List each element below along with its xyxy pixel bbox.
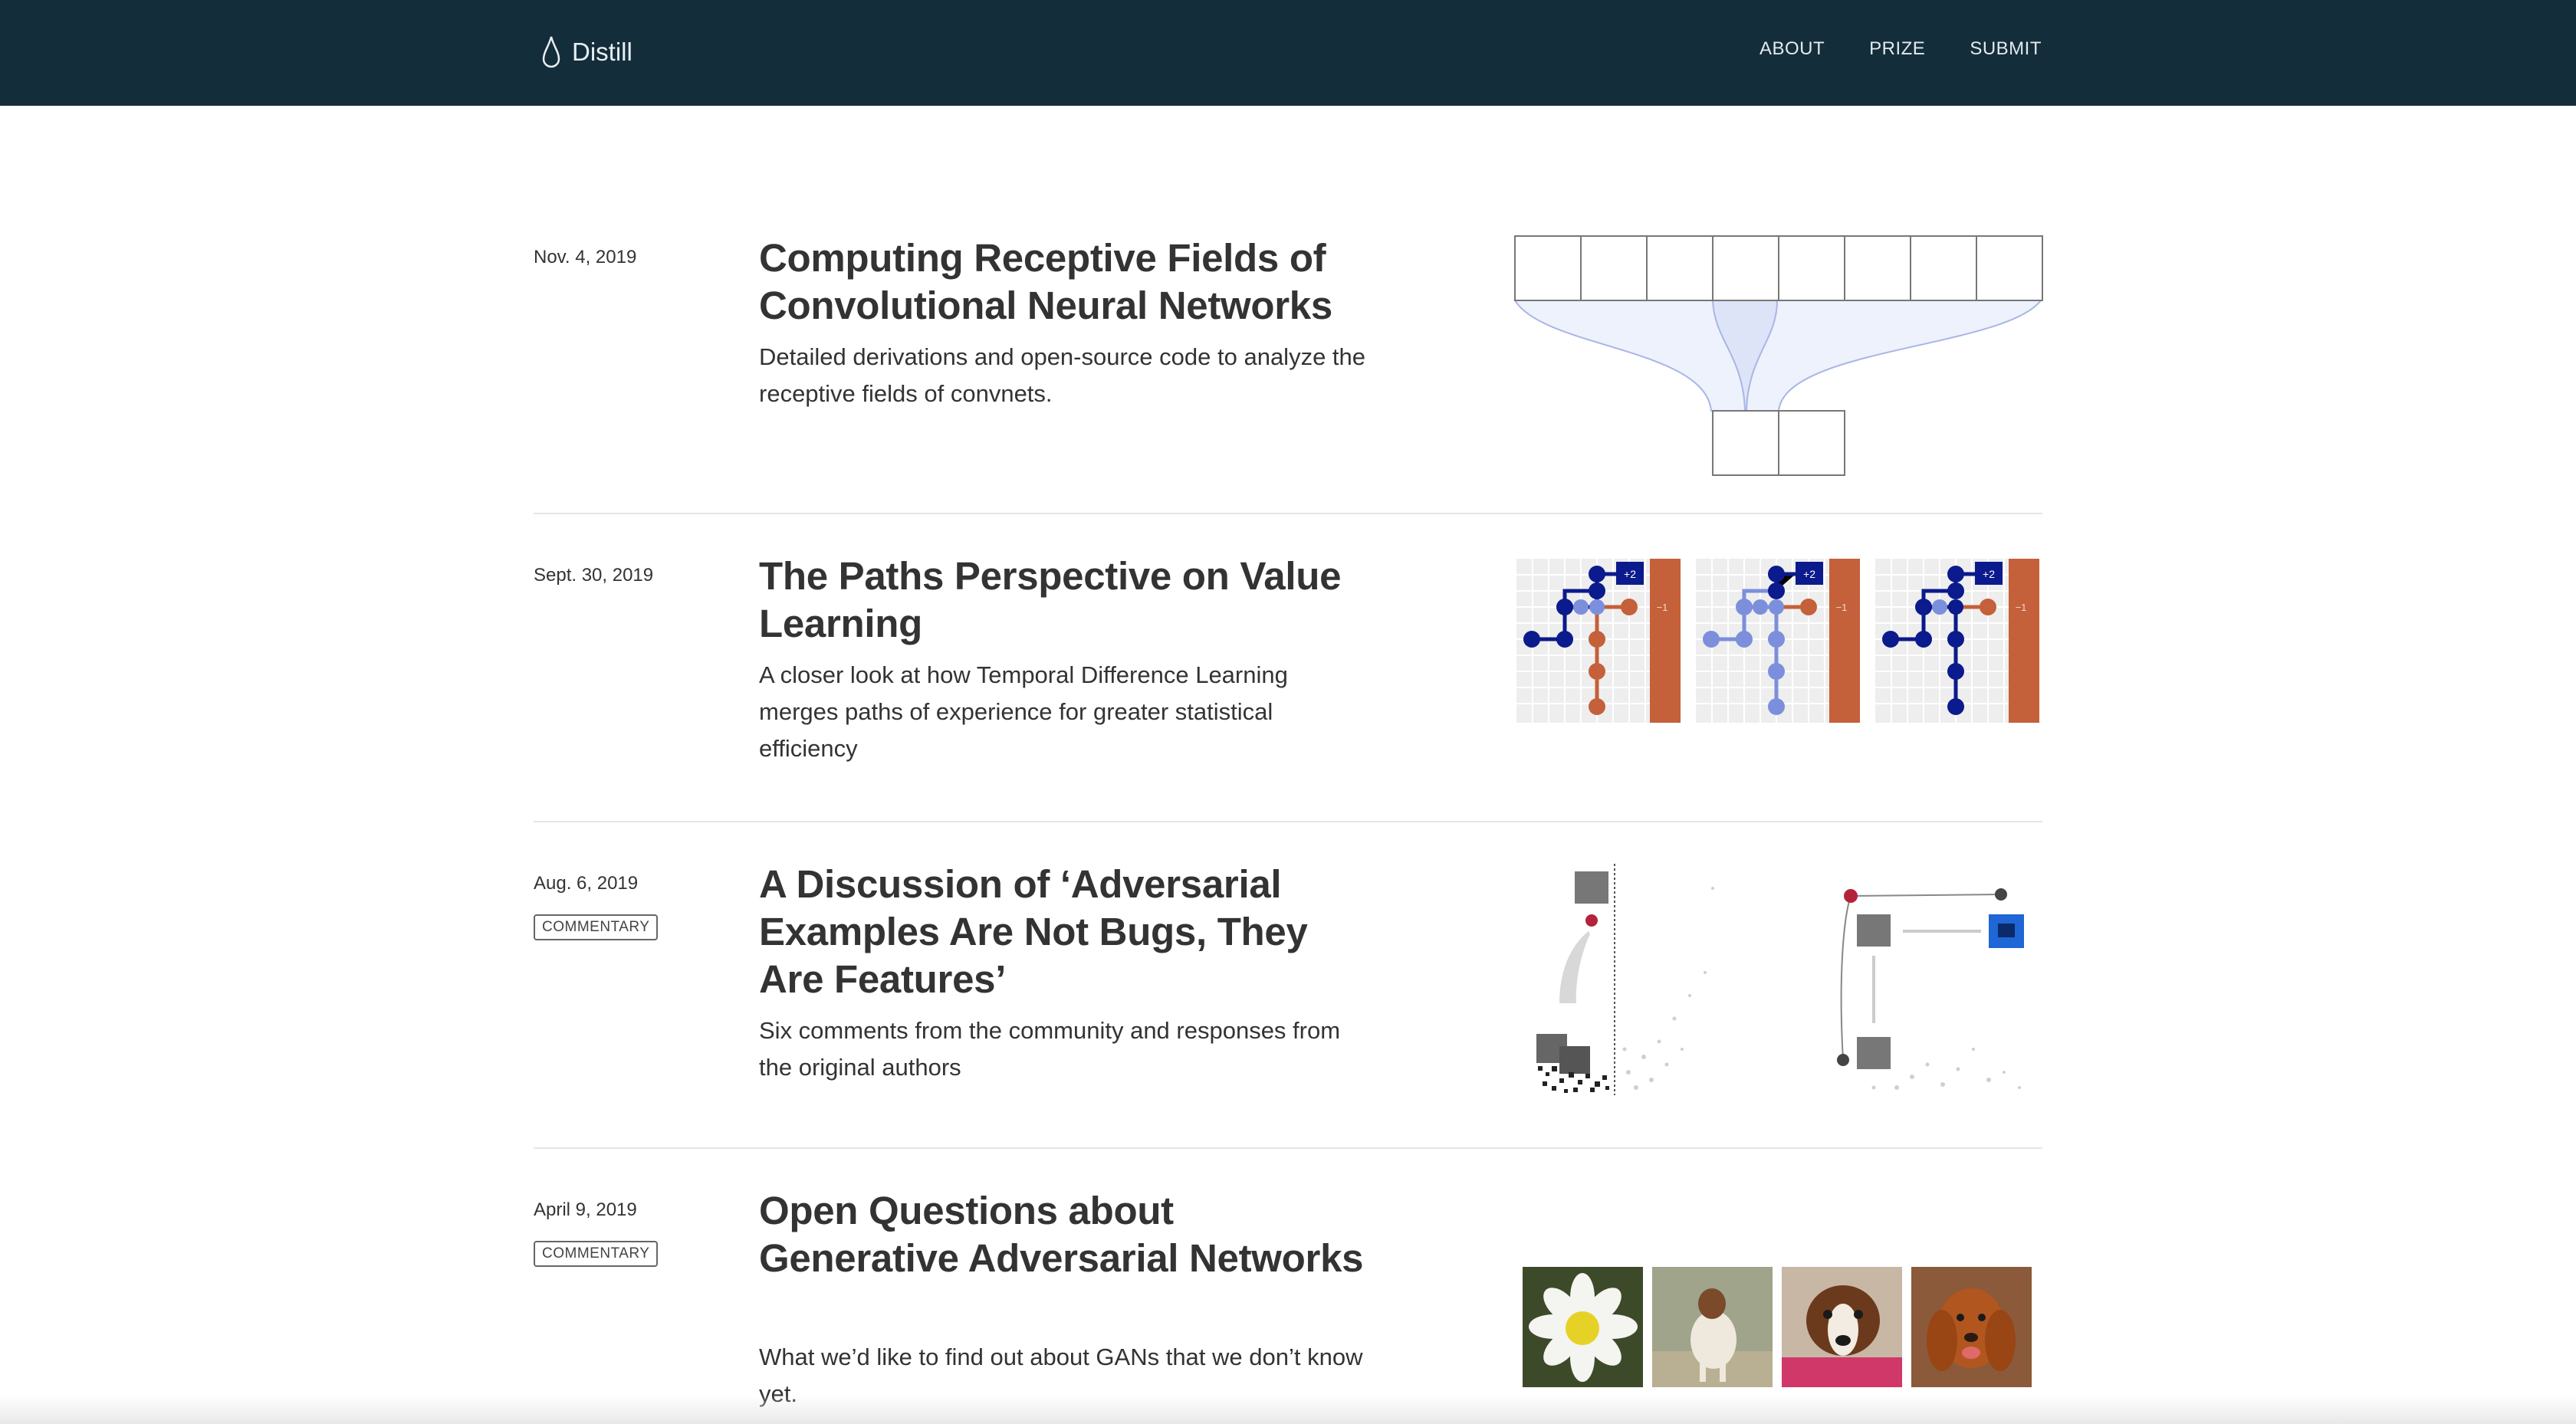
- brand-name: Distill: [572, 38, 632, 66]
- article-card-adversarial-discussion[interactable]: Aug. 6, 2019 COMMENTARY A Discussion of …: [534, 856, 2042, 1101]
- gan-sample-thumbnails: [1523, 1267, 2032, 1387]
- reward-label: +2: [1803, 568, 1815, 580]
- paths-grid-figure: +2 −1: [1875, 559, 2039, 723]
- commentary-badge: COMMENTARY: [534, 1241, 659, 1267]
- article-title[interactable]: Computing Receptive Fields of Convolutio…: [759, 235, 1372, 330]
- article-card-gan-open-questions[interactable]: April 9, 2019 COMMENTARY Open Questions …: [534, 1183, 2042, 1413]
- receptive-field-diagram: [1513, 235, 2043, 476]
- article-date: Sept. 30, 2019: [534, 565, 654, 586]
- adversarial-examples-figure: [1536, 864, 2024, 1095]
- article-date: Aug. 6, 2019: [534, 873, 639, 894]
- article-title[interactable]: A Discussion of ‘Adversarial Examples Ar…: [759, 861, 1372, 1003]
- penalty-label: −1: [2016, 602, 2027, 613]
- article-divider: [534, 1147, 2042, 1149]
- article-divider: [534, 821, 2042, 822]
- penalty-label: −1: [1836, 602, 1848, 613]
- article-description: A closer look at how Temporal Difference…: [759, 661, 1288, 762]
- daisy-flower-image: [1523, 1267, 1643, 1387]
- commentary-badge: COMMENTARY: [534, 914, 659, 940]
- article-divider: [534, 513, 2042, 514]
- reward-label: +2: [1624, 568, 1636, 580]
- dog-standing-image: [1652, 1267, 1773, 1387]
- article-date: Nov. 4, 2019: [534, 247, 637, 267]
- spaniel-dog-image: [1911, 1267, 2032, 1387]
- article-card-receptive-fields[interactable]: Nov. 4, 2019 Computing Receptive Fields …: [534, 230, 2043, 483]
- distill-drop-icon: [542, 36, 560, 68]
- paths-figures: +2 −1 +2 −1 +2 −1: [1516, 559, 2039, 723]
- article-date: April 9, 2019: [534, 1199, 637, 1220]
- article-description: Detailed derivations and open-source cod…: [759, 343, 1366, 407]
- article-title[interactable]: Open Questions about Generative Adversar…: [759, 1187, 1372, 1282]
- article-card-paths-perspective[interactable]: Sept. 30, 2019 The Paths Perspective on …: [534, 548, 2042, 778]
- paths-grid-figure: +2 −1: [1696, 559, 1860, 723]
- puppy-image: [1782, 1267, 1902, 1387]
- nav-link-about[interactable]: ABOUT: [1760, 38, 1825, 60]
- reward-label: +2: [1983, 568, 1995, 580]
- article-description: Six comments from the community and resp…: [759, 1017, 1341, 1081]
- scroll-fade: [0, 1395, 2576, 1424]
- nav-link-prize[interactable]: PRIZE: [1869, 38, 1925, 60]
- main-nav: ABOUT PRIZE SUBMIT: [1760, 38, 2042, 60]
- nav-link-submit[interactable]: SUBMIT: [1970, 38, 2042, 60]
- top-navigation-bar: Distill ABOUT PRIZE SUBMIT: [0, 0, 2576, 106]
- paths-grid-figure: +2 −1: [1516, 559, 1681, 723]
- penalty-label: −1: [1657, 602, 1668, 613]
- distill-logo-link[interactable]: Distill: [541, 31, 632, 74]
- article-title[interactable]: The Paths Perspective on Value Learning: [759, 553, 1372, 648]
